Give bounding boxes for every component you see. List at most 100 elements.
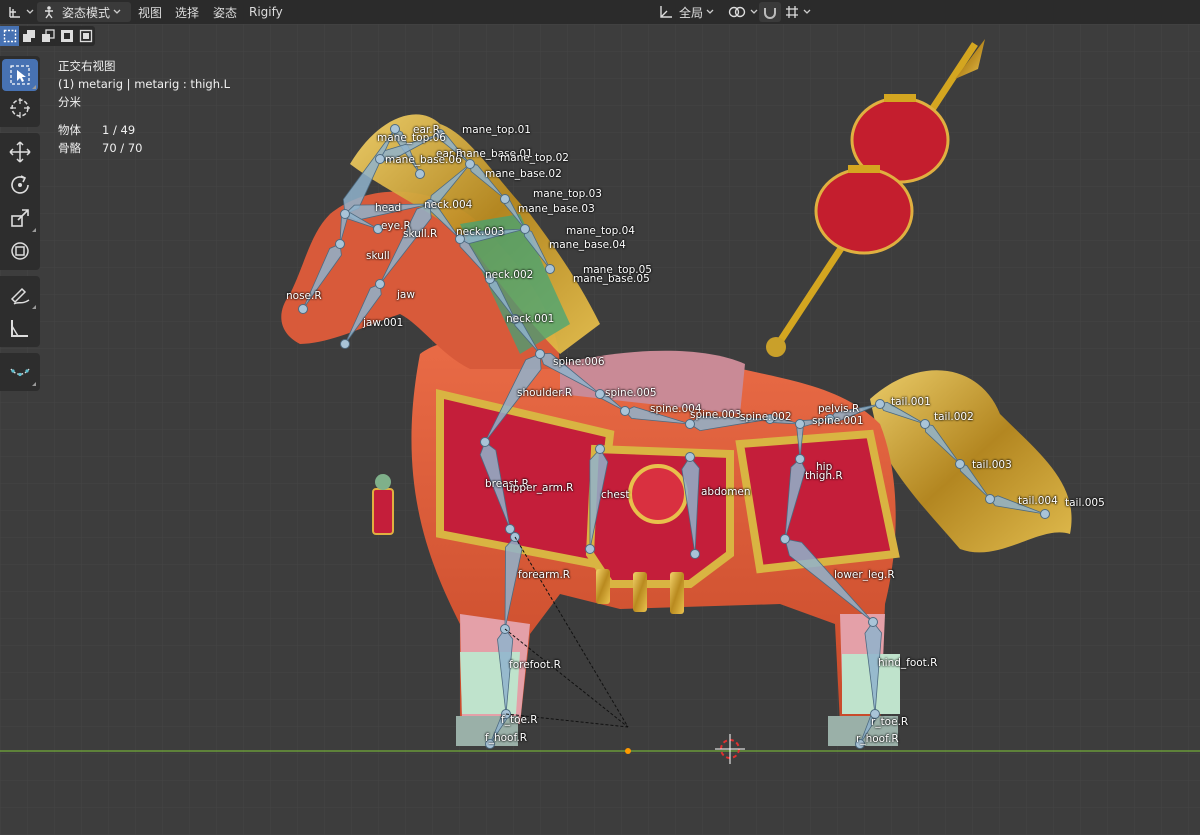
- bone-label: shoulder.R: [517, 387, 573, 399]
- bone-label: mane_top.06: [377, 132, 446, 144]
- bone-joint[interactable]: [795, 454, 805, 464]
- bone-label: hind_foot.R: [878, 657, 938, 669]
- bones-label: 骨骼: [58, 141, 81, 155]
- bone-label: forefoot.R: [509, 659, 561, 671]
- viewport-header: 姿态模式 视图 选择 姿态 Rigify 全局: [0, 0, 1200, 24]
- tool-rotate[interactable]: [2, 169, 38, 201]
- mode-dropdown[interactable]: 姿态模式: [37, 2, 131, 22]
- bone-joint[interactable]: [480, 437, 490, 447]
- bone-label: spine.002: [740, 411, 792, 423]
- menu-rigify[interactable]: Rigify: [244, 2, 288, 22]
- bone-label: upper_arm.R: [506, 482, 574, 494]
- bone-joint[interactable]: [875, 399, 885, 409]
- bone-joint[interactable]: [795, 419, 805, 429]
- bone-label: nose.R: [286, 290, 322, 302]
- bone-label: tail.005: [1065, 497, 1105, 509]
- bone-label: neck.002: [485, 269, 534, 281]
- bone-label: forearm.R: [518, 569, 571, 581]
- viewport-scene[interactable]: [0, 24, 1200, 835]
- tool-relax-pose[interactable]: [2, 356, 38, 388]
- 3d-viewport[interactable]: ear.R ear.R mane_top.06 mane_top.01 mane_bas…: [0, 24, 1200, 835]
- snap-target-dropdown[interactable]: [779, 2, 816, 22]
- menu-view[interactable]: 视图: [133, 2, 167, 22]
- bone-joint[interactable]: [985, 494, 995, 504]
- bone-label: mane_top.02: [500, 152, 569, 164]
- bone-joint[interactable]: [545, 264, 555, 274]
- bone-joint[interactable]: [335, 239, 345, 249]
- bone-joint[interactable]: [340, 209, 350, 219]
- bone-joint[interactable]: [685, 452, 695, 462]
- selection-mode-toolbar: [0, 26, 95, 46]
- fu-medallion: [628, 464, 688, 524]
- bone-joint[interactable]: [690, 549, 700, 559]
- origin-point: [625, 748, 631, 754]
- tool-scale[interactable]: [2, 202, 38, 234]
- bone-label: mane_base.03: [518, 203, 595, 215]
- transform-icon: [11, 242, 29, 260]
- bone-label: jaw: [397, 289, 415, 301]
- bone-joint[interactable]: [375, 154, 385, 164]
- pivot-point-dropdown[interactable]: [722, 2, 763, 22]
- bone-joint[interactable]: [340, 339, 350, 349]
- tool-transform[interactable]: [2, 235, 38, 267]
- bone-joint[interactable]: [520, 224, 530, 234]
- chevron-down-icon: [26, 9, 34, 14]
- snap-toggle[interactable]: [759, 2, 781, 22]
- menu-pose[interactable]: 姿态: [208, 2, 242, 22]
- bone-joint[interactable]: [585, 544, 595, 554]
- bone-label: mane_base.05: [573, 273, 650, 285]
- tool-annotate[interactable]: [2, 279, 38, 311]
- bone-joint[interactable]: [505, 524, 515, 534]
- select-subtract-button[interactable]: [38, 26, 57, 46]
- select-extend-button[interactable]: [19, 26, 38, 46]
- bones-value: 70 / 70: [102, 141, 143, 155]
- tool-move[interactable]: [2, 136, 38, 168]
- bone-label: spine.001: [812, 415, 864, 427]
- bone-label: skull.R: [403, 228, 438, 240]
- bone-label: mane_top.04: [566, 225, 635, 237]
- bone-label: mane_base.04: [549, 239, 626, 251]
- measure-icon: [11, 320, 28, 337]
- bone-joint[interactable]: [535, 349, 545, 359]
- bone-label: chest: [601, 489, 630, 501]
- scale-icon: [11, 209, 29, 227]
- bone-joint[interactable]: [375, 279, 385, 289]
- bone-label: abdomen: [701, 486, 751, 498]
- bone-joint[interactable]: [920, 419, 930, 429]
- bone-joint[interactable]: [415, 169, 425, 179]
- tool-cursor[interactable]: [2, 92, 38, 124]
- select-intersect-button[interactable]: [76, 26, 95, 46]
- tool-measure[interactable]: [2, 312, 38, 344]
- select-new-button[interactable]: [0, 26, 19, 46]
- pivot-icon: [728, 6, 746, 18]
- tool-select-box[interactable]: [2, 59, 38, 91]
- chevron-down-icon: [113, 9, 121, 14]
- select-invert-button[interactable]: [57, 26, 76, 46]
- objects-label: 物体: [58, 123, 81, 137]
- bone-joint[interactable]: [465, 159, 475, 169]
- transform-orientation-dropdown[interactable]: 全局: [653, 2, 719, 22]
- bone-joint[interactable]: [595, 389, 605, 399]
- chevron-down-icon: [706, 9, 714, 14]
- editor-type-button[interactable]: [2, 2, 39, 22]
- bone-joint[interactable]: [780, 534, 790, 544]
- bone-label: tail.001: [891, 396, 931, 408]
- annotate-icon: [10, 287, 30, 305]
- bone-joint[interactable]: [1040, 509, 1050, 519]
- mode-label: 姿态模式: [62, 5, 111, 20]
- bone-joint[interactable]: [620, 406, 630, 416]
- objects-value: 1 / 49: [102, 123, 136, 137]
- bone-joint[interactable]: [500, 194, 510, 204]
- orientation-axes-icon: [660, 6, 672, 18]
- view3d-icon: [9, 7, 20, 18]
- bone-label: skull: [366, 250, 390, 262]
- bone-joint[interactable]: [298, 304, 308, 314]
- bone-joint[interactable]: [955, 459, 965, 469]
- bone-label: mane_base.02: [485, 168, 562, 180]
- bone-label: tail.003: [972, 459, 1012, 471]
- tool-shelf: [0, 56, 40, 397]
- chevron-down-icon: [803, 9, 811, 14]
- bone-joint[interactable]: [868, 617, 878, 627]
- bone-joint[interactable]: [595, 444, 605, 454]
- menu-select[interactable]: 选择: [170, 2, 204, 22]
